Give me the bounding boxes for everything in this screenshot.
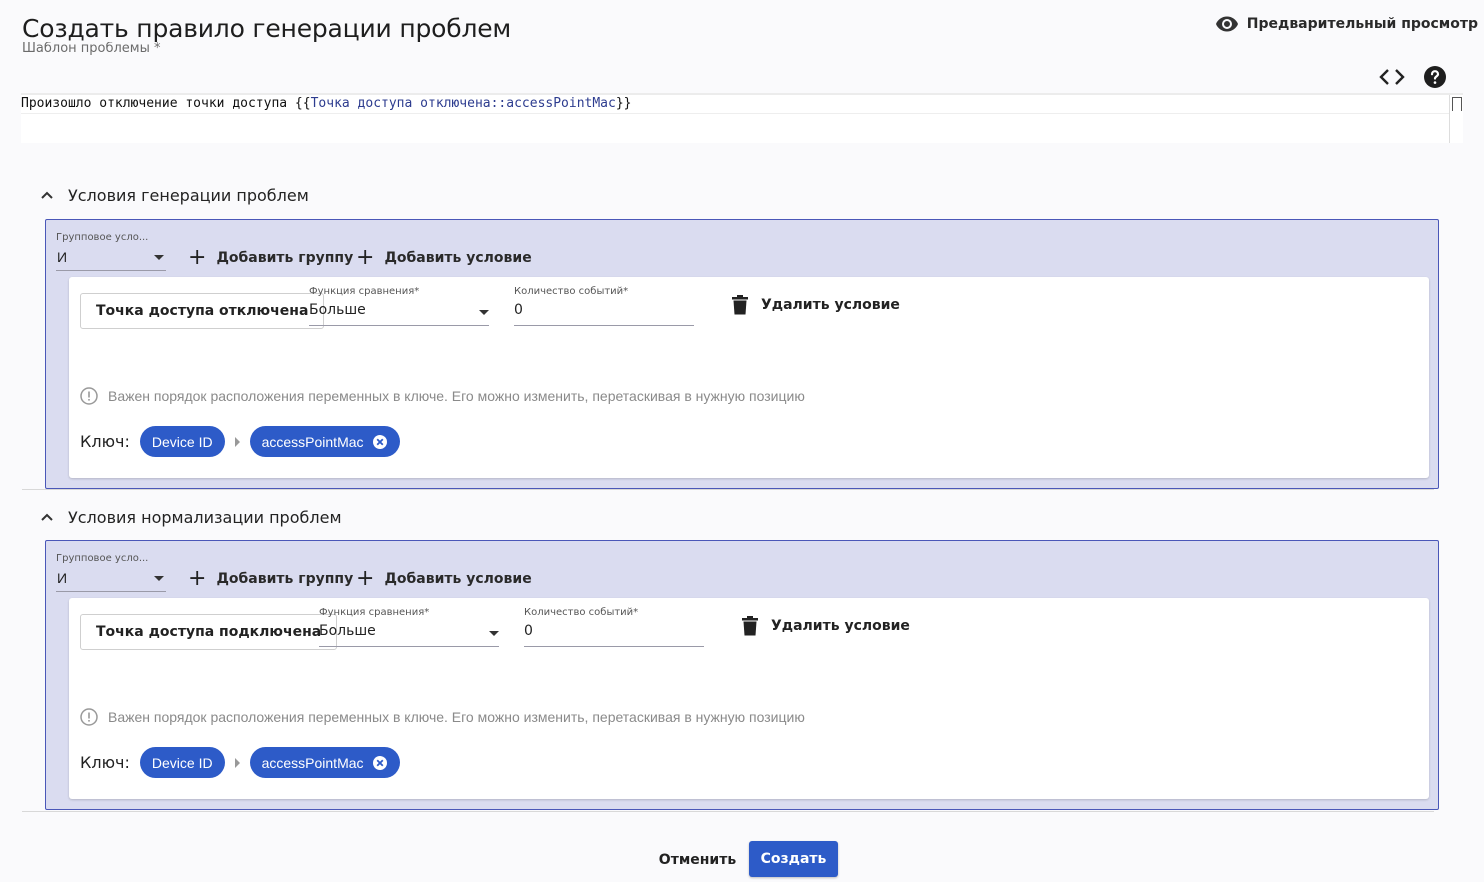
key-order-hint: Важен порядок расположения переменных в … [80, 708, 805, 726]
plus-icon: + [356, 245, 375, 270]
condition-card: Точка доступа подключена Функция сравнен… [69, 598, 1429, 799]
chip-separator-icon [234, 436, 240, 447]
preview-button[interactable]: Предварительный просмотр [1215, 12, 1478, 36]
section-normalization-toggle[interactable]: Условия нормализации проблем [40, 508, 342, 527]
plus-icon: + [188, 245, 207, 270]
event-select-button[interactable]: Точка доступа отключена [80, 293, 325, 329]
condition-group: Групповое усло... И + Добавить группу + До… [45, 540, 1439, 810]
delete-condition-button[interactable]: Удалить условие [741, 616, 910, 636]
editor-scrollbar[interactable] [1449, 95, 1463, 143]
create-button[interactable]: Создать [749, 841, 838, 877]
key-label: Ключ: [80, 753, 130, 772]
dropdown-caret-icon [154, 576, 164, 581]
dropdown-caret-icon [479, 310, 489, 315]
page-title: Создать правило генерации проблем [22, 14, 512, 43]
group-condition-select[interactable]: Групповое усло... И [56, 553, 166, 592]
key-chip-access-point-mac[interactable]: accessPointMac [249, 426, 400, 457]
code-icon[interactable] [1378, 64, 1406, 90]
remove-chip-icon[interactable] [372, 434, 388, 450]
group-condition-select[interactable]: Групповое усло... И [56, 232, 166, 271]
key-chip-device-id[interactable]: Device ID [139, 426, 225, 457]
key-order-hint: Важен порядок расположения переменных в … [80, 387, 805, 405]
compare-function-select[interactable]: Функция сравнения* Больше [309, 286, 489, 326]
info-icon [80, 387, 98, 405]
key-label: Ключ: [80, 432, 130, 451]
key-chip-access-point-mac[interactable]: accessPointMac [249, 747, 400, 778]
key-row: Ключ: Device ID accessPointMac [80, 426, 400, 457]
section-divider [22, 489, 1434, 490]
chevron-up-icon [41, 513, 53, 521]
preview-label: Предварительный просмотр [1246, 16, 1478, 32]
info-icon [80, 708, 98, 726]
compare-function-select[interactable]: Функция сравнения* Больше [319, 607, 499, 647]
trash-icon [742, 616, 758, 636]
add-group-button[interactable]: + Добавить группу [188, 566, 353, 591]
dropdown-caret-icon [489, 631, 499, 636]
plus-icon: + [188, 566, 207, 591]
chevron-up-icon [41, 191, 53, 199]
section-title: Условия генерации проблем [68, 186, 309, 205]
editor-line-divider [21, 113, 1449, 114]
add-condition-button[interactable]: + Добавить условие [356, 566, 532, 591]
cancel-button[interactable]: Отменить [650, 842, 745, 878]
add-condition-button[interactable]: + Добавить условие [356, 245, 532, 270]
add-group-button[interactable]: + Добавить группу [188, 245, 353, 270]
section-divider [22, 811, 1434, 812]
delete-condition-button[interactable]: Удалить условие [731, 295, 900, 315]
key-chip-device-id[interactable]: Device ID [139, 747, 225, 778]
section-generation-toggle[interactable]: Условия генерации проблем [40, 186, 309, 205]
template-label: Шаблон проблемы * [22, 42, 161, 56]
key-row: Ключ: Device ID accessPointMac [80, 747, 400, 778]
help-icon[interactable] [1423, 65, 1447, 89]
template-line: Произошло отключение точки доступа {{Точ… [21, 96, 632, 111]
event-count-field[interactable]: Количество событий* 0 [524, 607, 704, 647]
plus-icon: + [356, 566, 375, 591]
template-editor[interactable]: Произошло отключение точки доступа {{Точ… [21, 93, 1463, 143]
template-variable: Точка доступа отключена::accessPointMac [310, 96, 616, 111]
trash-icon [732, 295, 748, 315]
eye-icon [1215, 16, 1238, 32]
remove-chip-icon[interactable] [372, 755, 388, 771]
event-count-field[interactable]: Количество событий* 0 [514, 286, 694, 326]
dropdown-caret-icon [154, 255, 164, 260]
condition-group: Групповое усло... И + Добавить группу + До… [45, 219, 1439, 489]
section-title: Условия нормализации проблем [68, 508, 342, 527]
event-select-button[interactable]: Точка доступа подключена [80, 614, 338, 650]
condition-card: Точка доступа отключена Функция сравнени… [69, 277, 1429, 478]
chip-separator-icon [234, 757, 240, 768]
